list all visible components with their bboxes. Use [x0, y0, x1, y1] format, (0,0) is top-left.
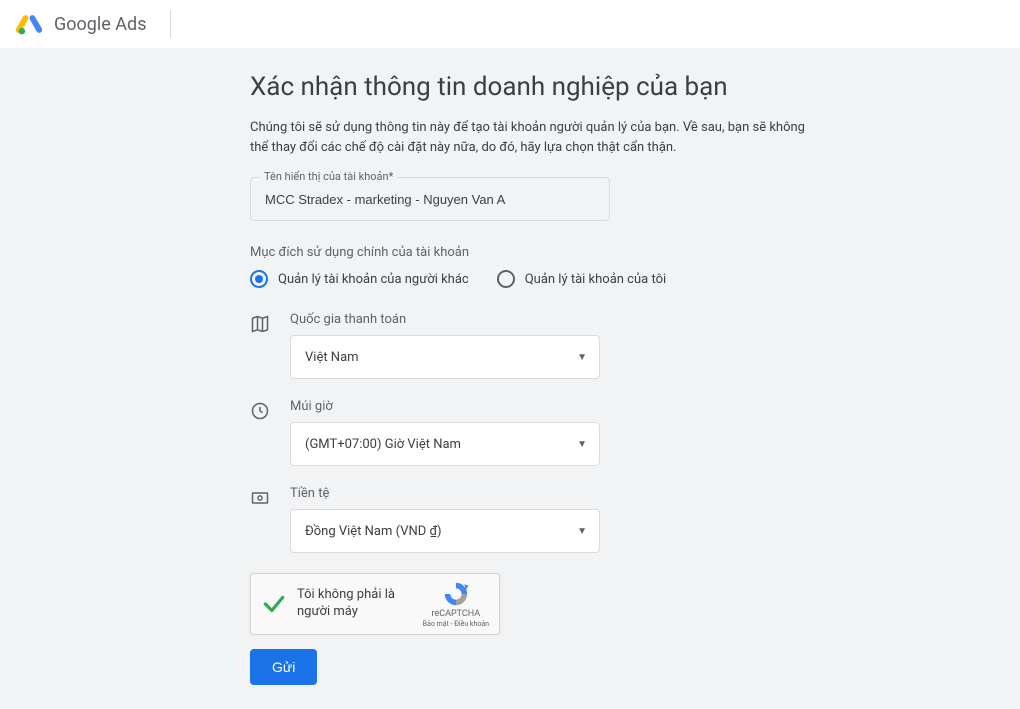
radio-manage-others[interactable]: Quản lý tài khoản của người khác	[250, 270, 469, 288]
radio-manage-others-label: Quản lý tài khoản của người khác	[278, 272, 469, 287]
currency-icon	[250, 486, 270, 553]
captcha-terms[interactable]: Bảo mật - Điều khoản	[423, 620, 489, 628]
captcha-brand: reCAPTCHA	[432, 609, 481, 619]
country-value: Việt Nam	[305, 350, 359, 365]
header-divider	[170, 10, 171, 38]
country-label: Quốc gia thanh toán	[290, 312, 810, 327]
checkmark-icon	[261, 591, 287, 617]
account-name-input[interactable]	[250, 177, 610, 221]
timezone-row: Múi giờ (GMT+07:00) Giờ Việt Nam ▼	[250, 399, 810, 466]
page-title: Xác nhận thông tin doanh nghiệp của bạn	[250, 72, 810, 102]
clock-icon	[250, 399, 270, 466]
page-description: Chúng tôi sẽ sử dụng thông tin này để tạ…	[250, 118, 810, 157]
currency-value: Đồng Việt Nam (VND ₫)	[305, 524, 442, 539]
currency-row: Tiền tệ Đồng Việt Nam (VND ₫) ▼	[250, 486, 810, 553]
account-name-field-wrap: Tên hiển thị của tài khoản*	[250, 177, 810, 221]
dropdown-arrow-icon: ▼	[577, 526, 587, 537]
main-form-content: Xác nhận thông tin doanh nghiệp của bạn …	[250, 72, 810, 709]
dropdown-arrow-icon: ▼	[577, 352, 587, 363]
google-ads-logo-icon	[16, 11, 42, 37]
recaptcha-logo-icon	[442, 580, 470, 608]
usage-section-label: Mục đích sử dụng chính của tài khoản	[250, 245, 810, 260]
timezone-select[interactable]: (GMT+07:00) Giờ Việt Nam ▼	[290, 422, 600, 466]
timezone-value: (GMT+07:00) Giờ Việt Nam	[305, 437, 461, 452]
radio-manage-mine[interactable]: Quản lý tài khoản của tôi	[497, 270, 666, 288]
app-header: Google Ads	[0, 0, 1020, 48]
currency-select[interactable]: Đồng Việt Nam (VND ₫) ▼	[290, 509, 600, 553]
currency-label: Tiền tệ	[290, 486, 810, 501]
radio-manage-mine-label: Quản lý tài khoản của tôi	[525, 272, 666, 287]
captcha-text: Tôi không phải là người máy	[297, 587, 413, 621]
country-row: Quốc gia thanh toán Việt Nam ▼	[250, 312, 810, 379]
account-name-label: Tên hiển thị của tài khoản*	[260, 170, 397, 183]
timezone-label: Múi giờ	[290, 399, 810, 414]
radio-checked-icon	[250, 270, 268, 288]
map-icon	[250, 312, 270, 379]
header-product-name: Google Ads	[50, 14, 146, 35]
dropdown-arrow-icon: ▼	[577, 439, 587, 450]
recaptcha-box[interactable]: Tôi không phải là người máy reCAPTCHA Bả…	[250, 573, 500, 635]
submit-button[interactable]: Gửi	[250, 649, 317, 685]
usage-radio-group: Quản lý tài khoản của người khác Quản lý…	[250, 270, 810, 288]
radio-unchecked-icon	[497, 270, 515, 288]
country-select[interactable]: Việt Nam ▼	[290, 335, 600, 379]
captcha-brand-block: reCAPTCHA Bảo mật - Điều khoản	[423, 580, 489, 628]
